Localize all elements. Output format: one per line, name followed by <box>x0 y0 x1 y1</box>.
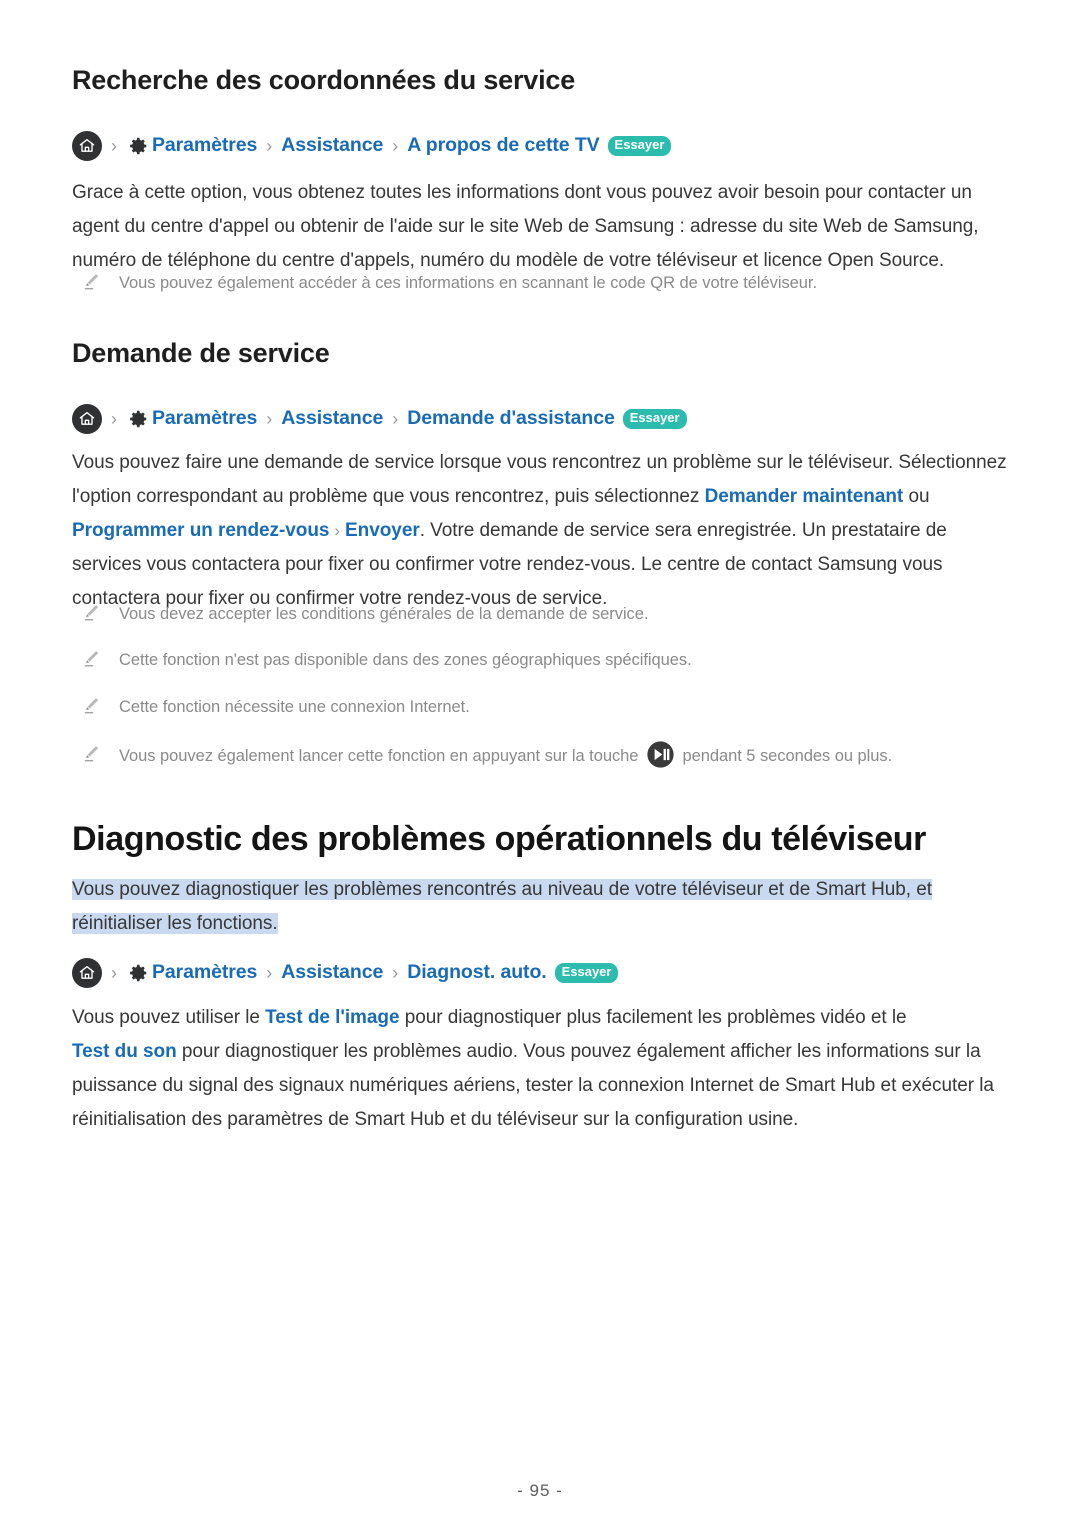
pencil-icon <box>82 272 102 292</box>
paragraph-text-3: pour diagnostiquer les problèmes audio. … <box>72 1041 994 1130</box>
breadcrumb-chevron-icon: › <box>111 136 117 156</box>
link-test-de-limage[interactable]: Test de l'image <box>265 1007 399 1028</box>
highlighted-text: Vous pouvez diagnostiquer les problèmes … <box>72 879 933 934</box>
gear-icon <box>126 135 149 158</box>
gear-icon <box>126 408 149 431</box>
body-paragraph: Vous pouvez utiliser le Test de l'image … <box>72 1001 1008 1137</box>
paragraph-text-2: ou <box>903 486 930 507</box>
note-list: Vous devez accepter les conditions génér… <box>72 603 1008 771</box>
try-badge[interactable]: Essayer <box>554 963 619 983</box>
home-icon[interactable] <box>72 958 102 988</box>
try-badge[interactable]: Essayer <box>607 136 672 156</box>
list-item: Vous pouvez également lancer cette fonct… <box>72 740 1008 771</box>
list-item: Vous devez accepter les conditions génér… <box>72 603 1008 625</box>
pencil-icon <box>82 649 102 669</box>
breadcrumb-item-diagnost-auto[interactable]: Diagnost. auto. <box>407 961 546 984</box>
paragraph-text-2: pour diagnostiquer plus facilement les p… <box>399 1007 907 1028</box>
pencil-icon <box>82 603 102 623</box>
list-item: Cette fonction nécessite une connexion I… <box>72 696 1008 718</box>
play-pause-icon <box>646 740 675 769</box>
paragraph-service-request: Vous pouvez faire une demande de service… <box>72 446 1008 616</box>
breadcrumb-chevron-icon: › <box>392 409 399 429</box>
breadcrumb-tv-diagnostics: › Paramètres › Assistance › Diagnost. au… <box>72 958 1008 988</box>
page-title-service-request: Demande de service <box>72 338 330 368</box>
note-text-after-icon: pendant 5 secondes ou plus. <box>677 746 893 765</box>
breadcrumb-chevron-icon: › <box>266 136 273 156</box>
pencil-icon <box>82 696 102 716</box>
breadcrumb-item-demande-dassistance[interactable]: Demande d'assistance <box>407 407 615 430</box>
page-title-tv-diagnostics: Diagnostic des problèmes opérationnels d… <box>72 820 926 858</box>
breadcrumb: › Paramètres › Assistance › A propos de … <box>72 131 1008 161</box>
paragraph-service-contact: Grace à cette option, vous obtenez toute… <box>72 176 1008 278</box>
breadcrumb-item-a-propos-de-cette-tv[interactable]: A propos de cette TV <box>407 134 599 157</box>
breadcrumb-chevron-icon: › <box>392 136 399 156</box>
gear-icon <box>126 962 149 985</box>
breadcrumb-service-contact: › Paramètres › Assistance › A propos de … <box>72 131 1008 161</box>
link-test-du-son[interactable]: Test du son <box>72 1041 177 1062</box>
body-paragraph: Vous pouvez faire une demande de service… <box>72 446 1008 616</box>
breadcrumb-item-assistance[interactable]: Assistance <box>281 407 383 430</box>
note-text: Vous pouvez également accéder à ces info… <box>119 274 817 292</box>
breadcrumb-item-parametres[interactable]: Paramètres <box>152 961 257 984</box>
breadcrumb: › Paramètres › Assistance › Diagnost. au… <box>72 958 1008 988</box>
body-paragraph-highlighted: Vous pouvez diagnostiquer les problèmes … <box>72 873 1008 941</box>
breadcrumb: › Paramètres › Assistance › Demande d'as… <box>72 404 1008 434</box>
page-number-footer: - 95 - <box>517 1481 563 1500</box>
breadcrumb-chevron-icon: › <box>266 409 273 429</box>
breadcrumb-chevron-icon: › <box>111 963 117 983</box>
paragraph-tv-diagnostics: Vous pouvez utiliser le Test de l'image … <box>72 1001 1008 1137</box>
paragraph-text-1: Vous pouvez utiliser le <box>72 1007 266 1028</box>
notes-service-contact: Vous pouvez également accéder à ces info… <box>72 272 1008 294</box>
page-title-service-contact: Recherche des coordonnées du service <box>72 65 576 95</box>
breadcrumb-item-parametres[interactable]: Paramètres <box>152 134 257 157</box>
pencil-icon <box>82 744 102 764</box>
chapter-tv-diagnostics: Diagnostic des problèmes opérationnels d… <box>72 818 1008 861</box>
note-text-before-icon: Vous pouvez également lancer cette fonct… <box>119 746 643 765</box>
breadcrumb-chevron-icon: › <box>266 963 273 983</box>
note-text: Cette fonction n'est pas disponible dans… <box>119 651 692 670</box>
breadcrumb-chevron-icon: › <box>111 409 117 429</box>
breadcrumb-item-parametres[interactable]: Paramètres <box>152 407 257 430</box>
breadcrumb-item-assistance[interactable]: Assistance <box>281 134 383 157</box>
notes-service-request: Vous devez accepter les conditions génér… <box>72 603 1008 771</box>
paragraph-highlighted: Vous pouvez diagnostiquer les problèmes … <box>72 873 1008 941</box>
breadcrumb-service-request: › Paramètres › Assistance › Demande d'as… <box>72 404 1008 434</box>
link-envoyer[interactable]: Envoyer <box>345 520 420 541</box>
section-service-contact: Recherche des coordonnées du service <box>72 64 1008 96</box>
breadcrumb-item-assistance[interactable]: Assistance <box>281 961 383 984</box>
note-text: Vous devez accepter les conditions génér… <box>119 605 649 623</box>
inline-chevron-icon: › <box>334 521 341 540</box>
list-item: Cette fonction n'est pas disponible dans… <box>72 649 1008 671</box>
link-programmer-un-rendez-vous[interactable]: Programmer un rendez-vous <box>72 520 329 541</box>
body-paragraph: Grace à cette option, vous obtenez toute… <box>72 182 979 271</box>
section-service-request: Demande de service <box>72 337 1008 369</box>
home-icon[interactable] <box>72 404 102 434</box>
breadcrumb-chevron-icon: › <box>392 963 399 983</box>
try-badge[interactable]: Essayer <box>622 409 687 429</box>
list-item: Vous pouvez également accéder à ces info… <box>72 272 1008 294</box>
link-demander-maintenant[interactable]: Demander maintenant <box>705 486 904 507</box>
home-icon[interactable] <box>72 131 102 161</box>
note-list: Vous pouvez également accéder à ces info… <box>72 272 1008 294</box>
document-page: Recherche des coordonnées du service › P… <box>0 0 1080 1527</box>
note-text: Cette fonction nécessite une connexion I… <box>119 697 470 716</box>
